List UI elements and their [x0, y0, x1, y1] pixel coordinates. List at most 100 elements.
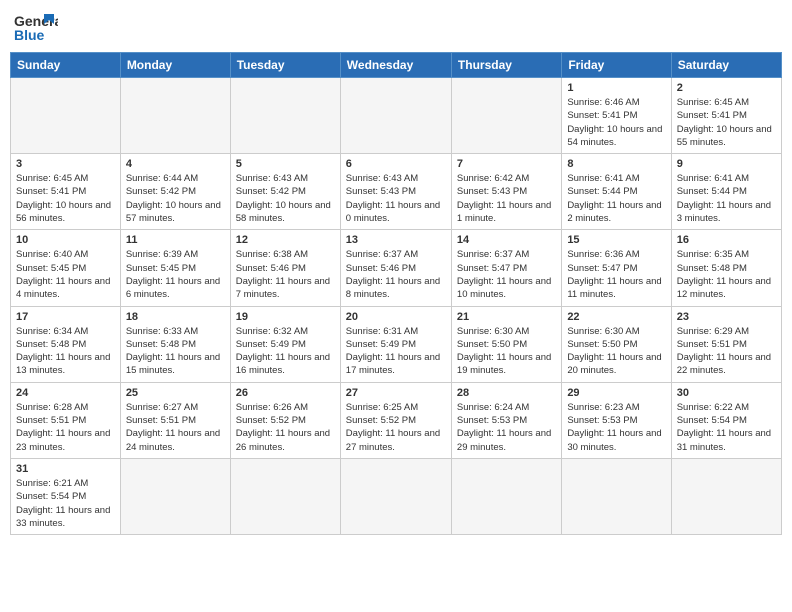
week-row-2: 10 Sunrise: 6:40 AM Sunset: 5:45 PM Dayli… [11, 230, 782, 306]
logo-icon: GeneralBlue [14, 10, 58, 46]
calendar-cell [230, 78, 340, 154]
calendar-cell [671, 458, 781, 534]
calendar-cell: 7 Sunrise: 6:42 AM Sunset: 5:43 PM Daylig… [451, 154, 561, 230]
day-info: Sunrise: 6:24 AM Sunset: 5:53 PM Dayligh… [457, 401, 556, 454]
day-info: Sunrise: 6:26 AM Sunset: 5:52 PM Dayligh… [236, 401, 335, 454]
day-info: Sunrise: 6:46 AM Sunset: 5:41 PM Dayligh… [567, 96, 665, 149]
calendar-cell [451, 78, 561, 154]
calendar-cell: 13Sunrise: 6:37 AM Sunset: 5:46 PM Dayli… [340, 230, 451, 306]
calendar-cell: 23 Sunrise: 6:29 AM Sunset: 5:51 PM Dayli… [671, 306, 781, 382]
day-info: Sunrise: 6:21 AM Sunset: 5:54 PM Dayligh… [16, 477, 115, 530]
calendar-cell: 31 Sunrise: 6:21 AM Sunset: 5:54 PM Dayli… [11, 458, 121, 534]
weekday-header-saturday: Saturday [671, 53, 781, 78]
day-number: 3 [16, 158, 115, 170]
calendar-cell: 15 Sunrise: 6:36 AM Sunset: 5:47 PM Dayli… [562, 230, 671, 306]
day-info: Sunrise: 6:40 AM Sunset: 5:45 PM Dayligh… [16, 248, 115, 301]
calendar-cell: 6Sunrise: 6:43 AM Sunset: 5:43 PM Daylig… [340, 154, 451, 230]
day-number: 4 [126, 158, 225, 170]
calendar-table: SundayMondayTuesdayWednesdayThursdayFrid… [10, 52, 782, 535]
calendar-cell: 1 Sunrise: 6:46 AM Sunset: 5:41 PM Daylig… [562, 78, 671, 154]
calendar-cell: 12 Sunrise: 6:38 AM Sunset: 5:46 PM Dayli… [230, 230, 340, 306]
day-info: Sunrise: 6:37 AM Sunset: 5:46 PM Dayligh… [346, 248, 446, 301]
weekday-header-tuesday: Tuesday [230, 53, 340, 78]
day-info: Sunrise: 6:34 AM Sunset: 5:48 PM Dayligh… [16, 325, 115, 378]
day-number: 26 [236, 387, 335, 399]
day-number: 5 [236, 158, 335, 170]
day-number: 7 [457, 158, 556, 170]
day-number: 30 [677, 387, 776, 399]
calendar-cell [340, 78, 451, 154]
week-row-0: 1 Sunrise: 6:46 AM Sunset: 5:41 PM Daylig… [11, 78, 782, 154]
calendar-cell [230, 458, 340, 534]
day-number: 20 [346, 311, 446, 323]
day-number: 31 [16, 463, 115, 475]
day-number: 2 [677, 82, 776, 94]
day-info: Sunrise: 6:36 AM Sunset: 5:47 PM Dayligh… [567, 248, 665, 301]
day-info: Sunrise: 6:31 AM Sunset: 5:49 PM Dayligh… [346, 325, 446, 378]
day-number: 8 [567, 158, 665, 170]
calendar-cell: 19Sunrise: 6:32 AM Sunset: 5:49 PM Dayli… [230, 306, 340, 382]
day-number: 21 [457, 311, 556, 323]
day-info: Sunrise: 6:23 AM Sunset: 5:53 PM Dayligh… [567, 401, 665, 454]
day-info: Sunrise: 6:37 AM Sunset: 5:47 PM Dayligh… [457, 248, 556, 301]
calendar-cell: 4Sunrise: 6:44 AM Sunset: 5:42 PM Daylig… [120, 154, 230, 230]
calendar-cell: 29 Sunrise: 6:23 AM Sunset: 5:53 PM Dayli… [562, 382, 671, 458]
day-number: 14 [457, 234, 556, 246]
calendar-cell [11, 78, 121, 154]
weekday-header-friday: Friday [562, 53, 671, 78]
day-number: 16 [677, 234, 776, 246]
calendar-cell: 21Sunrise: 6:30 AM Sunset: 5:50 PM Dayli… [451, 306, 561, 382]
week-row-1: 3 Sunrise: 6:45 AM Sunset: 5:41 PM Daylig… [11, 154, 782, 230]
calendar-cell: 30Sunrise: 6:22 AM Sunset: 5:54 PM Dayli… [671, 382, 781, 458]
day-number: 1 [567, 82, 665, 94]
calendar-cell: 8 Sunrise: 6:41 AM Sunset: 5:44 PM Daylig… [562, 154, 671, 230]
calendar-cell [451, 458, 561, 534]
calendar-cell: 14 Sunrise: 6:37 AM Sunset: 5:47 PM Dayli… [451, 230, 561, 306]
day-info: Sunrise: 6:29 AM Sunset: 5:51 PM Dayligh… [677, 325, 776, 378]
day-info: Sunrise: 6:43 AM Sunset: 5:42 PM Dayligh… [236, 172, 335, 225]
weekday-header-sunday: Sunday [11, 53, 121, 78]
day-number: 22 [567, 311, 665, 323]
day-number: 17 [16, 311, 115, 323]
calendar-cell: 2 Sunrise: 6:45 AM Sunset: 5:41 PM Daylig… [671, 78, 781, 154]
day-number: 29 [567, 387, 665, 399]
day-info: Sunrise: 6:28 AM Sunset: 5:51 PM Dayligh… [16, 401, 115, 454]
calendar-cell [340, 458, 451, 534]
calendar-cell: 25Sunrise: 6:27 AM Sunset: 5:51 PM Dayli… [120, 382, 230, 458]
day-info: Sunrise: 6:38 AM Sunset: 5:46 PM Dayligh… [236, 248, 335, 301]
day-info: Sunrise: 6:35 AM Sunset: 5:48 PM Dayligh… [677, 248, 776, 301]
weekday-header-monday: Monday [120, 53, 230, 78]
day-number: 11 [126, 234, 225, 246]
calendar-cell: 16 Sunrise: 6:35 AM Sunset: 5:48 PM Dayli… [671, 230, 781, 306]
day-info: Sunrise: 6:39 AM Sunset: 5:45 PM Dayligh… [126, 248, 225, 301]
day-number: 24 [16, 387, 115, 399]
header: GeneralBlue [10, 10, 782, 46]
day-number: 10 [16, 234, 115, 246]
day-number: 25 [126, 387, 225, 399]
day-number: 27 [346, 387, 446, 399]
day-number: 28 [457, 387, 556, 399]
day-info: Sunrise: 6:42 AM Sunset: 5:43 PM Dayligh… [457, 172, 556, 225]
week-row-5: 31 Sunrise: 6:21 AM Sunset: 5:54 PM Dayli… [11, 458, 782, 534]
week-row-4: 24 Sunrise: 6:28 AM Sunset: 5:51 PM Dayli… [11, 382, 782, 458]
day-number: 18 [126, 311, 225, 323]
calendar-cell: 11 Sunrise: 6:39 AM Sunset: 5:45 PM Dayli… [120, 230, 230, 306]
day-info: Sunrise: 6:45 AM Sunset: 5:41 PM Dayligh… [16, 172, 115, 225]
calendar-cell: 28 Sunrise: 6:24 AM Sunset: 5:53 PM Dayli… [451, 382, 561, 458]
day-info: Sunrise: 6:25 AM Sunset: 5:52 PM Dayligh… [346, 401, 446, 454]
day-number: 23 [677, 311, 776, 323]
calendar-cell: 22 Sunrise: 6:30 AM Sunset: 5:50 PM Dayli… [562, 306, 671, 382]
day-info: Sunrise: 6:43 AM Sunset: 5:43 PM Dayligh… [346, 172, 446, 225]
calendar-cell: 17 Sunrise: 6:34 AM Sunset: 5:48 PM Dayli… [11, 306, 121, 382]
day-number: 15 [567, 234, 665, 246]
calendar-cell: 3 Sunrise: 6:45 AM Sunset: 5:41 PM Daylig… [11, 154, 121, 230]
day-info: Sunrise: 6:41 AM Sunset: 5:44 PM Dayligh… [567, 172, 665, 225]
calendar-cell: 27 Sunrise: 6:25 AM Sunset: 5:52 PM Dayli… [340, 382, 451, 458]
day-info: Sunrise: 6:45 AM Sunset: 5:41 PM Dayligh… [677, 96, 776, 149]
calendar-cell: 10 Sunrise: 6:40 AM Sunset: 5:45 PM Dayli… [11, 230, 121, 306]
calendar-cell: 26 Sunrise: 6:26 AM Sunset: 5:52 PM Dayli… [230, 382, 340, 458]
day-info: Sunrise: 6:41 AM Sunset: 5:44 PM Dayligh… [677, 172, 776, 225]
day-number: 12 [236, 234, 335, 246]
calendar-cell: 20 Sunrise: 6:31 AM Sunset: 5:49 PM Dayli… [340, 306, 451, 382]
day-info: Sunrise: 6:30 AM Sunset: 5:50 PM Dayligh… [567, 325, 665, 378]
